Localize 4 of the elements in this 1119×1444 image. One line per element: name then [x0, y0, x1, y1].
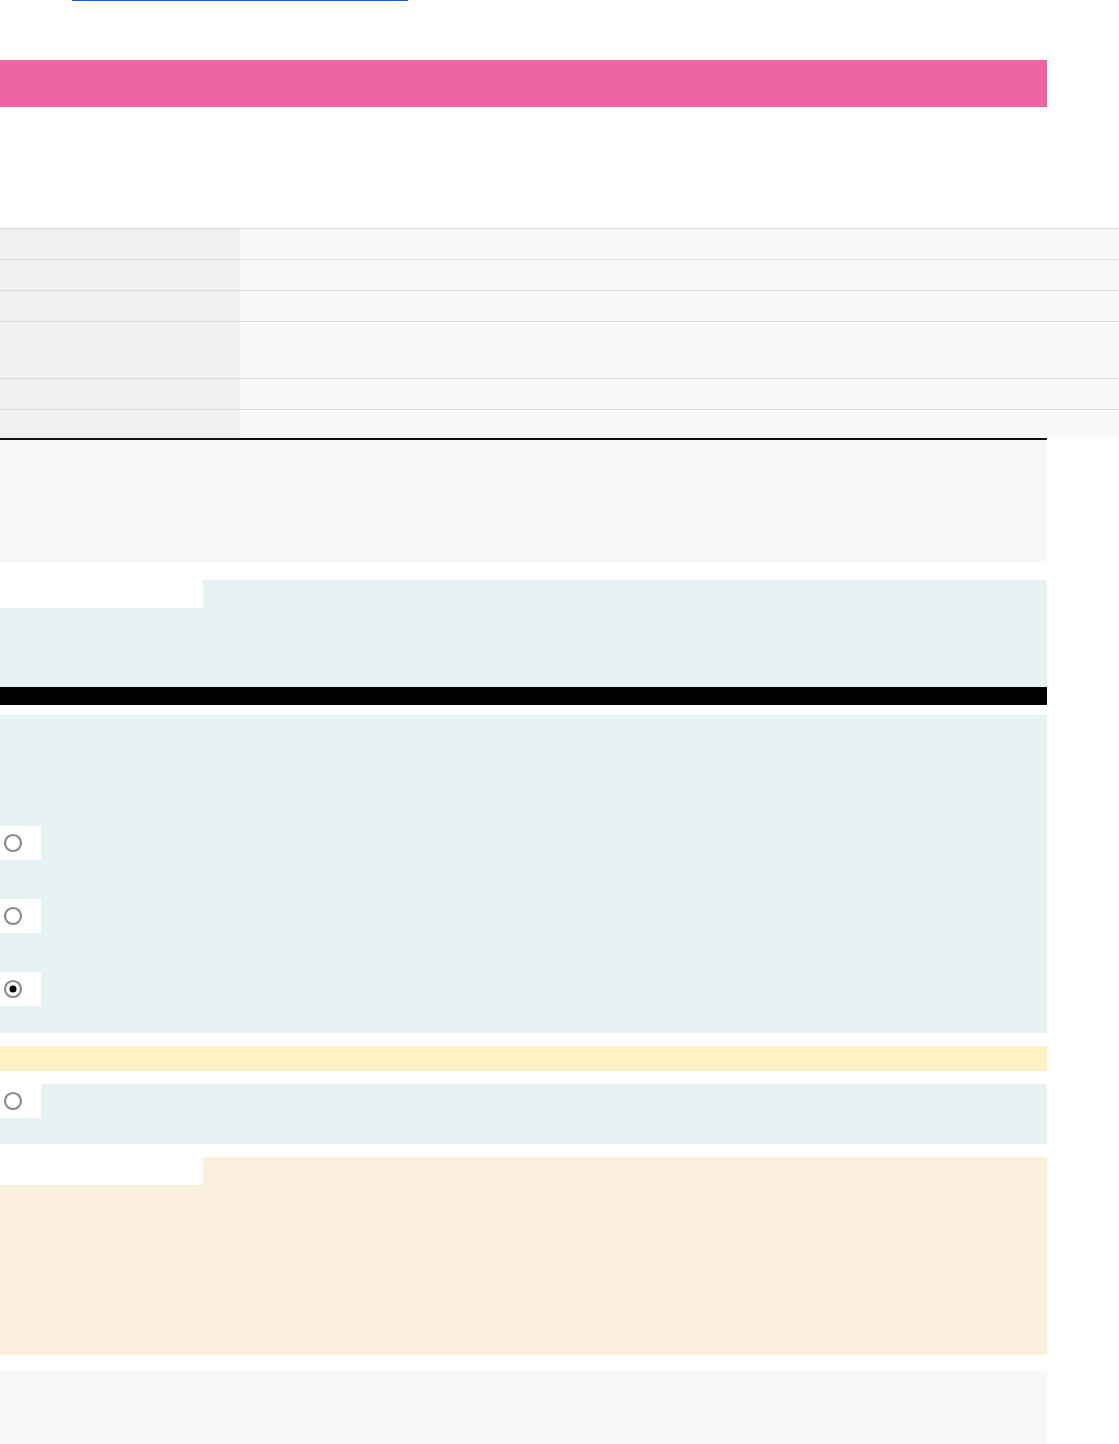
radio-option[interactable] [0, 972, 41, 1006]
radio-option[interactable] [0, 1084, 41, 1118]
radio-option[interactable] [0, 899, 41, 933]
radio-option[interactable] [0, 826, 41, 860]
